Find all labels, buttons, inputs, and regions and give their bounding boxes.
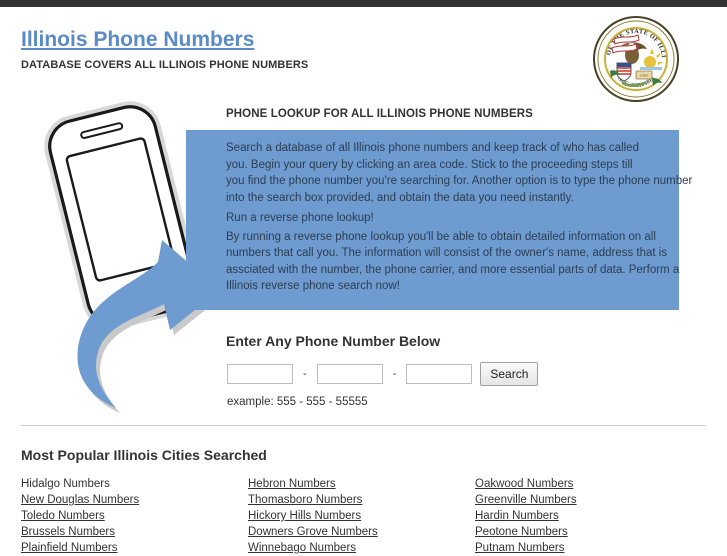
site-title-link[interactable]: Illinois Phone Numbers: [21, 28, 254, 52]
info-paragraph2-line4: Illinois reverse phone search now!: [226, 280, 400, 292]
city-link[interactable]: Putnam Numbers: [475, 540, 702, 556]
info-paragraph1-line4: into the search box provided, and obtain…: [226, 191, 574, 204]
form-heading: Enter Any Phone Number Below: [226, 333, 441, 349]
site-tagline: DATABASE COVERS ALL ILLINOIS PHONE NUMBE…: [21, 59, 309, 71]
info-paragraph1-line1: Search a database of all Illinois phone …: [226, 142, 639, 154]
city-link[interactable]: Winnebago Numbers: [248, 540, 475, 556]
city-link[interactable]: Toledo Numbers: [21, 508, 248, 524]
cities-column-2: Hebron Numbers Thomasboro Numbers Hickor…: [248, 476, 475, 556]
form-example-text: example: 555 - 555 - 55555: [227, 396, 368, 408]
city-link[interactable]: Greenville Numbers: [475, 492, 702, 508]
top-bar: [0, 0, 727, 7]
cities-column-1: Hidalgo Numbers New Douglas Numbers Tole…: [21, 476, 248, 556]
city-link[interactable]: Hardin Numbers: [475, 508, 702, 524]
info-paragraph2-line1: By running a reverse phone lookup you'll…: [226, 230, 656, 243]
city-link[interactable]: New Douglas Numbers: [21, 492, 248, 508]
city-link[interactable]: Plainfield Numbers: [21, 540, 248, 556]
info-panel-text: Search a database of all Illinois phone …: [226, 140, 693, 295]
city-link[interactable]: Downers Grove Numbers: [248, 524, 475, 540]
city-link[interactable]: Hidalgo Numbers: [21, 476, 248, 492]
info-paragraph1-line2: you. Begin your query by clicking an are…: [226, 158, 633, 171]
separator-dash-2: -: [392, 368, 397, 380]
info-subheading: Run a reverse phone lookup!: [226, 212, 374, 224]
cities-column-3: Oakwood Numbers Greenville Numbers Hardi…: [475, 476, 702, 556]
phone-search-form: - - Search: [227, 362, 539, 386]
city-link[interactable]: Oakwood Numbers: [475, 476, 702, 492]
cities-columns: Hidalgo Numbers New Douglas Numbers Tole…: [21, 476, 711, 556]
prefix-input[interactable]: [316, 364, 383, 384]
cities-heading: Most Popular Illinois Cities Searched: [21, 447, 267, 463]
info-paragraph1-line3: you find the phone number you're searchi…: [226, 175, 693, 187]
info-paragraph2-line2: numbers that call you. The information w…: [226, 247, 668, 259]
city-link[interactable]: Brussels Numbers: [21, 524, 248, 540]
separator-dash-1: -: [303, 368, 307, 380]
line-number-input[interactable]: [406, 364, 473, 384]
search-button[interactable]: Search: [480, 362, 539, 386]
city-link[interactable]: Hickory Hills Numbers: [248, 508, 475, 524]
info-paragraph2-line3: assciated with the number, the phone car…: [226, 263, 680, 276]
city-link[interactable]: Peotone Numbers: [475, 524, 702, 540]
city-link[interactable]: Thomasboro Numbers: [248, 492, 475, 508]
section-divider: [21, 425, 706, 426]
lookup-heading: PHONE LOOKUP FOR ALL ILLINOIS PHONE NUMB…: [226, 108, 533, 120]
city-link[interactable]: Hebron Numbers: [248, 476, 475, 492]
illinois-state-seal-icon: SEAL OF THE STATE OF ILLINOIS AUG. 26TH …: [589, 10, 680, 103]
svg-text:STATE: STATE: [640, 74, 649, 78]
area-code-input[interactable]: [227, 364, 293, 384]
